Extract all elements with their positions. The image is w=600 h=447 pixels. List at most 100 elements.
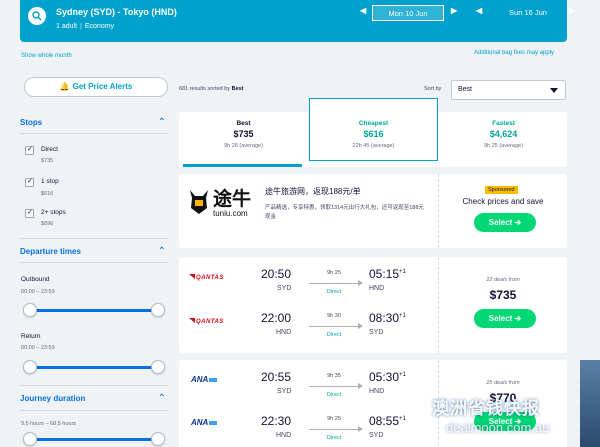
arrival-time: 08:30+1 bbox=[369, 311, 406, 325]
flight-duration: 9h 35 bbox=[327, 373, 341, 379]
tab-fastest[interactable]: Fastest $4,624 9h 25 (average) bbox=[439, 112, 568, 167]
tab-price: $4,624 bbox=[489, 129, 518, 139]
stop-option-price: $896 bbox=[41, 221, 54, 227]
tab-cheapest[interactable]: Cheapest $616 22h 45 (average) bbox=[309, 98, 438, 161]
journey-duration-title: Journey duration bbox=[20, 394, 86, 403]
tab-title: Cheapest bbox=[358, 120, 389, 127]
flight-price: $735 bbox=[489, 288, 517, 302]
one-stop-checkbox[interactable] bbox=[25, 177, 34, 187]
sort-by-label: Sort by bbox=[424, 86, 442, 92]
return-label: Return bbox=[21, 333, 41, 340]
divider bbox=[20, 410, 168, 411]
watermark-text: 澳洲省钱快报 bbox=[432, 399, 540, 418]
adults-count: 1 adult bbox=[56, 23, 78, 30]
stop-option-price: $735 bbox=[41, 158, 54, 164]
divider bbox=[438, 257, 439, 353]
prev-date-icon[interactable]: ◀ bbox=[360, 6, 366, 15]
departure-airport: SYD bbox=[277, 285, 292, 292]
depart-date-picker: ◀ Mon 10 Jun ▶ bbox=[356, 2, 462, 22]
departure-airport: HND bbox=[276, 432, 292, 439]
next-date-icon[interactable]: ▶ bbox=[451, 6, 457, 15]
flight-select-button[interactable]: Select ➔ bbox=[474, 309, 536, 328]
passenger-cabin[interactable]: 1 adult | Economy bbox=[56, 23, 114, 30]
return-max-handle[interactable] bbox=[151, 360, 165, 374]
next-date-icon[interactable]: ▶ bbox=[569, 6, 575, 15]
bag-fees-link[interactable]: Additional bag fees may apply bbox=[474, 50, 554, 56]
flight-line bbox=[309, 280, 363, 286]
price-alerts-button[interactable]: 🔔 Get Price Alerts bbox=[24, 77, 168, 97]
outbound-min-handle[interactable] bbox=[23, 303, 37, 317]
chevron-up-icon[interactable]: ⌃ bbox=[158, 393, 166, 404]
arrival-airport: HND bbox=[369, 388, 385, 395]
stops-filter-header[interactable]: Stops ⌃ bbox=[20, 117, 168, 128]
tuniu-logo[interactable]: 途牛 tuniu.com bbox=[187, 182, 257, 222]
check-prices-text: Check prices and save bbox=[462, 197, 544, 206]
side-ad-image[interactable] bbox=[580, 360, 600, 447]
duration-max-handle[interactable] bbox=[151, 432, 165, 446]
departure-times-header[interactable]: Departure times ⌃ bbox=[20, 246, 168, 257]
stop-option-label: 1 stop bbox=[41, 178, 59, 185]
airline-name: ANA bbox=[191, 418, 209, 427]
cabin-class: Economy bbox=[84, 23, 115, 30]
brand-url: tuniu.com bbox=[213, 209, 248, 218]
direct-checkbox[interactable] bbox=[25, 145, 34, 155]
sort-select[interactable]: Best bbox=[451, 80, 566, 100]
day-offset: +1 bbox=[399, 416, 406, 422]
day-offset: +1 bbox=[399, 372, 406, 378]
stops-label: Direct bbox=[326, 332, 342, 338]
outbound-range: 00:00 – 23:59 bbox=[21, 289, 55, 295]
flight-line bbox=[309, 426, 363, 432]
caret-down-icon bbox=[550, 88, 558, 93]
divider bbox=[20, 238, 168, 239]
divider bbox=[438, 174, 439, 248]
return-min-handle[interactable] bbox=[23, 360, 37, 374]
return-date[interactable]: Sun 16 Jun bbox=[492, 5, 564, 21]
bull-mascot-icon bbox=[190, 190, 208, 214]
chevron-up-icon[interactable]: ⌃ bbox=[158, 246, 166, 257]
outbound-slider-track[interactable] bbox=[30, 309, 158, 312]
departure-time: 20:55 bbox=[261, 370, 292, 384]
depart-date[interactable]: Mon 10 Jun bbox=[372, 5, 444, 21]
search-button[interactable] bbox=[28, 7, 46, 25]
show-whole-month-link[interactable]: Show whole month bbox=[21, 53, 72, 59]
tab-time: 22h 45 (average) bbox=[352, 143, 395, 149]
return-slider-track[interactable] bbox=[30, 366, 158, 369]
duration-slider-track[interactable] bbox=[30, 438, 158, 441]
bell-icon: 🔔 bbox=[59, 82, 70, 91]
arrival-time-value: 05:30 bbox=[369, 370, 400, 384]
flight-duration: 9h 30 bbox=[327, 313, 341, 319]
arrival-time-value: 05:15 bbox=[369, 267, 400, 281]
tab-best[interactable]: Best $735 9h 28 (average) bbox=[179, 112, 308, 167]
deals-count: 22 deals from bbox=[486, 277, 520, 283]
airline-name: ANA bbox=[191, 375, 209, 384]
flight-result-card[interactable]: QANTAS 20:50 SYD 9h 25 Direct 05:15+1 HN… bbox=[179, 257, 567, 353]
sort-value: Best bbox=[458, 86, 473, 93]
search-summary-bar: Sydney (SYD) - Tokyo (HND) 1 adult | Econo… bbox=[20, 0, 575, 42]
journey-duration-header[interactable]: Journey duration ⌃ bbox=[20, 393, 168, 404]
tab-price: $735 bbox=[233, 129, 254, 139]
chevron-up-icon[interactable]: ⌃ bbox=[158, 117, 166, 128]
day-offset: +1 bbox=[399, 269, 406, 275]
tab-time: 9h 28 (average) bbox=[224, 143, 263, 149]
two-plus-stops-checkbox[interactable] bbox=[25, 208, 34, 218]
watermark-url: dealmoon.com.au bbox=[446, 420, 550, 435]
sponsored-badge: Sponsored bbox=[485, 186, 518, 194]
return-date-picker: ◀ Sun 16 Jun ▶ bbox=[476, 2, 582, 22]
route-title[interactable]: Sydney (SYD) - Tokyo (HND) bbox=[56, 7, 177, 17]
tab-time: 9h 25 (average) bbox=[484, 143, 523, 149]
sponsored-select-button[interactable]: Select ➔ bbox=[474, 213, 536, 232]
duration-min-handle[interactable] bbox=[23, 432, 37, 446]
airline-name: QANTAS bbox=[196, 275, 224, 281]
outbound-label: Outbound bbox=[21, 276, 50, 283]
prev-date-icon[interactable]: ◀ bbox=[476, 6, 482, 15]
stops-title: Stops bbox=[20, 118, 43, 127]
airline-name: QANTAS bbox=[196, 319, 224, 325]
departure-airport: HND bbox=[276, 329, 292, 336]
sponsored-title[interactable]: 途牛旅游网，返现188元/单 bbox=[265, 186, 361, 197]
outbound-max-handle[interactable] bbox=[151, 303, 165, 317]
brand-chinese: 途牛 bbox=[213, 189, 252, 210]
results-count: 681 results sorted by Best bbox=[179, 86, 244, 92]
sponsored-description: 产品精选，专享特惠，领取1314元出行大礼包，还可返现至188元现金 bbox=[265, 205, 424, 220]
departure-times-title: Departure times bbox=[20, 247, 81, 256]
departure-time: 20:50 bbox=[261, 267, 292, 281]
